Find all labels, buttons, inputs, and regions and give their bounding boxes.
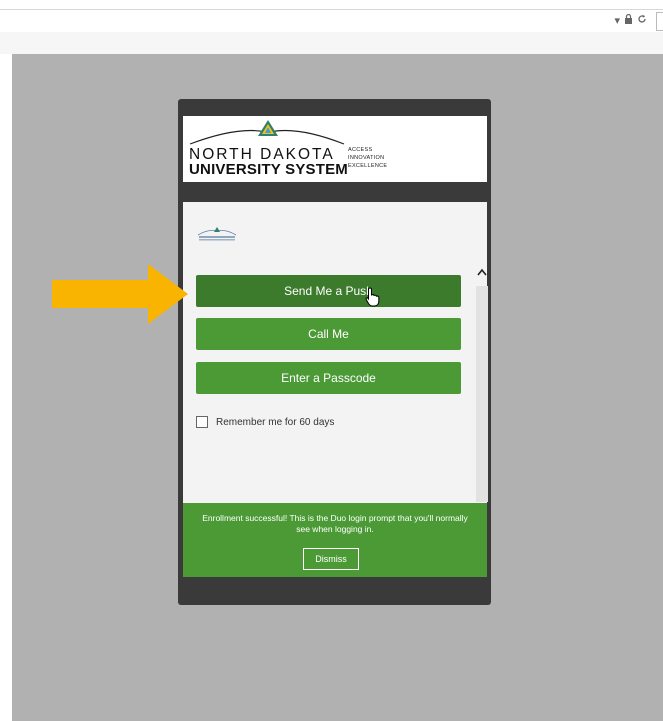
scroll-up-icon[interactable] [476, 264, 488, 280]
reload-icon[interactable] [637, 14, 647, 27]
enter-passcode-button[interactable]: Enter a Passcode [196, 362, 461, 394]
remember-me-checkbox[interactable] [196, 416, 208, 428]
call-me-button[interactable]: Call Me [196, 318, 461, 350]
send-push-button[interactable]: Send Me a Push [196, 275, 461, 307]
remember-me-label: Remember me for 60 days [216, 416, 335, 428]
tagline-access: ACCESS [348, 147, 373, 153]
browser-toolbar [0, 32, 663, 54]
enrollment-banner: Enrollment successful! This is the Duo l… [183, 503, 487, 577]
org-name-line2: UNIVERSITY SYSTEM [189, 161, 348, 178]
orange-arrow-icon [52, 264, 188, 324]
scrollbar-track[interactable] [476, 286, 488, 502]
dropdown-arrow-icon[interactable]: ▾ [614, 14, 620, 27]
ndus-logo-icon [189, 120, 345, 145]
lock-icon [624, 13, 633, 27]
tagline-innovation: INNOVATION [348, 155, 385, 161]
enrollment-message: Enrollment successful! This is the Duo l… [202, 513, 468, 534]
dismiss-button[interactable]: Dismiss [303, 548, 359, 570]
remember-me-row[interactable]: Remember me for 60 days [196, 416, 334, 428]
address-bar-icons: ▾ [614, 13, 647, 27]
ndus-mini-logo-icon [197, 227, 237, 241]
address-bar[interactable]: ▾ [0, 9, 663, 33]
hand-cursor-icon [365, 287, 380, 307]
org-taglines: ACCESS INNOVATION EXCELLENCE [348, 146, 387, 170]
tagline-excellence: EXCELLENCE [348, 163, 388, 169]
search-box-edge[interactable] [656, 12, 663, 31]
